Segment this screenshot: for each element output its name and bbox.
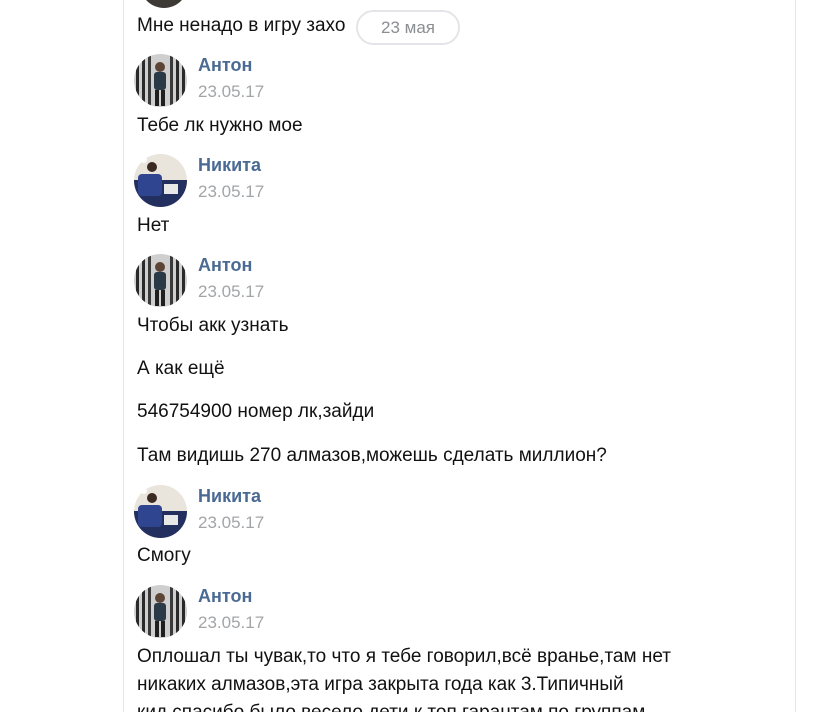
message-timestamp[interactable]: 23.05.17 bbox=[198, 182, 264, 202]
message-timestamp[interactable]: 23.05.17 bbox=[198, 613, 264, 633]
chat-history: Мне ненадо в игру захо 23 мая Антон 23.0… bbox=[0, 0, 818, 712]
message-text: Нет bbox=[137, 215, 170, 236]
date-separator-pill: 23 мая bbox=[356, 10, 460, 45]
message-text: Мне ненадо в игру захо bbox=[137, 15, 346, 36]
message-text: А как ещё bbox=[137, 358, 225, 379]
message-header: Антон 23.05.17 bbox=[134, 585, 774, 645]
message-header: Никита 23.05.17 bbox=[134, 485, 774, 545]
message-author[interactable]: Антон bbox=[198, 54, 252, 76]
message-header: Никита 23.05.17 bbox=[134, 154, 774, 214]
message-text: Оплошал ты чувак,то что я тебе говорил,в… bbox=[137, 646, 671, 712]
message-author[interactable]: Никита bbox=[198, 154, 261, 176]
chat-left-border bbox=[123, 0, 124, 712]
nikita-avatar[interactable] bbox=[134, 485, 187, 538]
anton-avatar[interactable] bbox=[134, 54, 187, 107]
message-timestamp[interactable]: 23.05.17 bbox=[198, 82, 264, 102]
anton-avatar[interactable] bbox=[134, 585, 187, 638]
anton-avatar[interactable] bbox=[134, 254, 187, 307]
message-timestamp[interactable]: 23.05.17 bbox=[198, 513, 264, 533]
message-timestamp[interactable]: 23.05.17 bbox=[198, 282, 264, 302]
message-text: Чтобы акк узнать bbox=[137, 315, 289, 336]
message-header: Антон 23.05.17 bbox=[134, 54, 774, 114]
nikita-avatar[interactable] bbox=[134, 154, 187, 207]
message-author[interactable]: Антон bbox=[198, 254, 252, 276]
message-author[interactable]: Никита bbox=[198, 485, 261, 507]
chat-right-border bbox=[795, 0, 796, 712]
message-text: Смогу bbox=[137, 545, 191, 566]
message-author[interactable]: Антон bbox=[198, 585, 252, 607]
message-text: Там видишь 270 алмазов,можешь сделать ми… bbox=[137, 445, 607, 466]
avatar[interactable] bbox=[140, 0, 188, 8]
message-header: Антон 23.05.17 bbox=[134, 254, 774, 314]
message-text: 546754900 номер лк,зайди bbox=[137, 401, 375, 422]
message-text: Тебе лк нужно мое bbox=[137, 115, 303, 136]
